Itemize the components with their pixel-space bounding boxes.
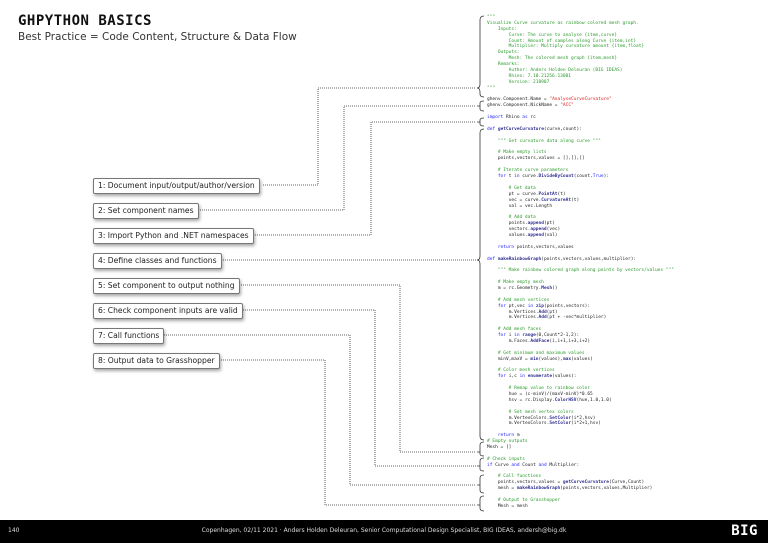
connector-1	[263, 87, 476, 186]
code-line: """ Make rainbow colored graph along poi…	[487, 268, 674, 274]
brace-5	[477, 441, 485, 457]
brace-3	[477, 117, 485, 127]
step-8-label: 8: Output data to Grasshopper	[93, 353, 220, 369]
connector-2	[190, 105, 476, 211]
step-7-label: 7: Call functions	[93, 328, 165, 344]
step-5-label: 5: Set component to output nothing	[93, 278, 240, 294]
step-3-label: 3: Import Python and .NET namespaces	[93, 228, 254, 244]
footer-credits: Copenhagen, 02/11 2021 · Anders Holden D…	[201, 527, 567, 534]
connector-8	[197, 359, 476, 506]
step-6-label: 6: Check component inputs are valid	[93, 303, 243, 319]
brace-1	[476, 15, 485, 98]
brace-8	[477, 495, 485, 512]
brace-7	[477, 474, 485, 494]
step-4-label: 4: Define classes and functions	[93, 253, 222, 269]
brace-4	[476, 128, 485, 441]
code-listing: """ Visualize Curve curvature as rainbow …	[487, 15, 674, 510]
step-2-label: 2: Set component names	[93, 203, 199, 219]
big-logo: BIG	[731, 523, 758, 539]
code-line: Mesh = mesh	[497, 503, 528, 509]
code-line: mesh = makeRainbowGraph(points,vectors,v…	[497, 486, 653, 492]
brace-2	[477, 100, 485, 112]
brace-6	[477, 457, 485, 472]
connector-6	[233, 309, 476, 467]
footer-bar: 140 Copenhagen, 02/11 2021 · Anders Hold…	[0, 520, 768, 543]
step-1-label: 1: Document input/output/author/version	[93, 178, 260, 194]
connector-3	[245, 121, 476, 236]
